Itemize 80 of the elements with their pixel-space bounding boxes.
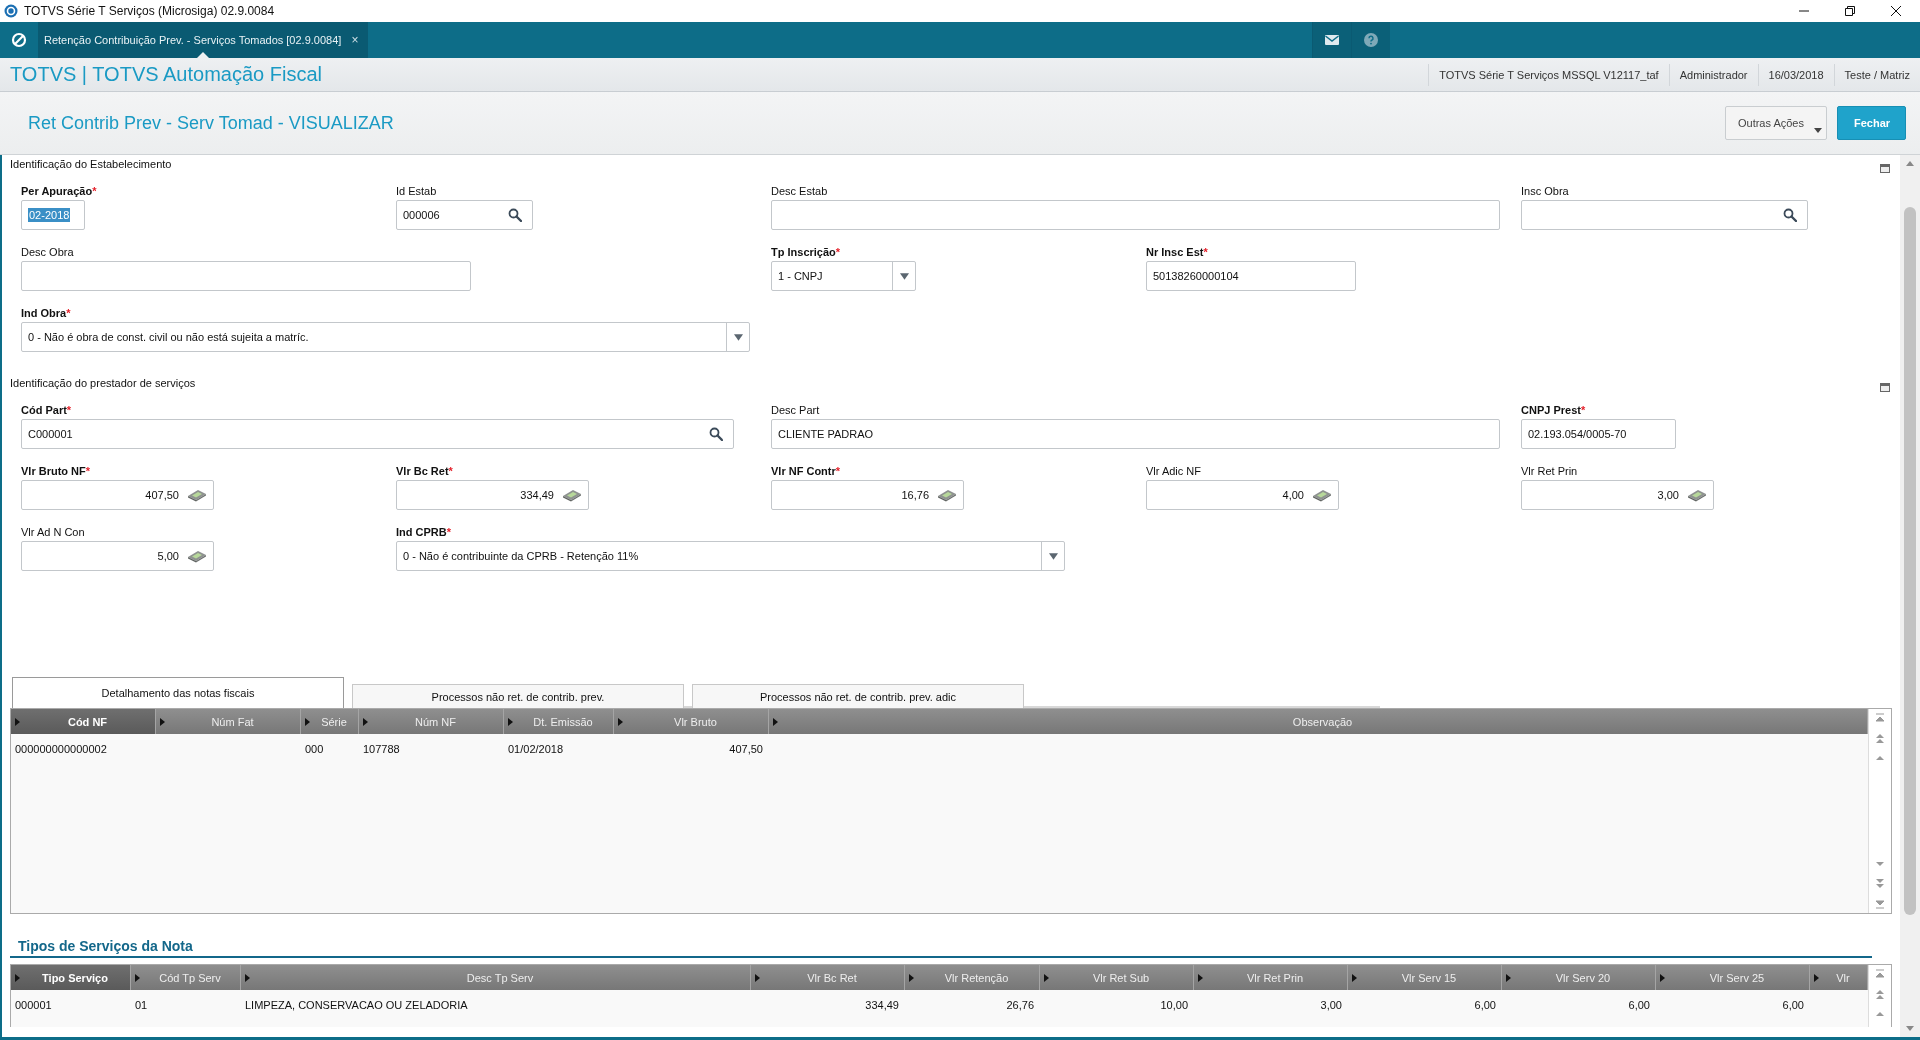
column-header[interactable]: Tipo Serviço — [11, 965, 131, 990]
column-header[interactable]: Vlr Retenção — [905, 965, 1040, 990]
input-field[interactable]: 000006 — [396, 200, 533, 230]
field-label: Cód Part* — [21, 404, 72, 416]
field-label: Desc Part — [771, 404, 820, 416]
session-info: Teste / Matriz — [1833, 63, 1920, 86]
input-field[interactable]: 16,76 — [771, 480, 964, 510]
input-field[interactable]: 0 - Não é contribuinte da CPRB - Retenção 11% — [396, 541, 1065, 571]
table-cell: LIMPEZA, CONSERVACAO OU ZELADORIA — [245, 999, 468, 1011]
window-title: TOTVS Série T Serviços (Microsiga) 02.9.0084 — [24, 4, 275, 18]
field-label: Id Estab — [396, 185, 437, 197]
column-header[interactable]: Dt. Emissão — [504, 709, 614, 734]
column-header[interactable]: Vlr Ret Sub — [1040, 965, 1194, 990]
table-cell: 000001 — [15, 999, 52, 1011]
table-cell: 10,00 — [1160, 999, 1188, 1011]
column-header[interactable]: Núm NF — [359, 709, 504, 734]
column-header[interactable]: Vlr Bruto — [614, 709, 769, 734]
more-actions-button[interactable]: Outras Ações — [1724, 106, 1827, 140]
table-cell: 6,00 — [1628, 999, 1650, 1011]
input-field[interactable]: 1 - CNPJ — [771, 261, 916, 291]
input-field[interactable]: 02.193.054/0005-70 — [1521, 419, 1676, 449]
table-cell: 334,49 — [865, 999, 899, 1011]
input-field[interactable]: 407,50 — [21, 480, 214, 510]
detail-tab[interactable]: Detalhamento das notas fiscais — [12, 677, 344, 708]
field-label: Vlr Ad N Con — [21, 526, 85, 538]
input-field[interactable]: C000001 — [21, 419, 734, 449]
detail-tab[interactable]: Processos não ret. de contrib. prev. — [352, 684, 684, 708]
input-field[interactable]: 02-2018 — [21, 200, 85, 230]
field-label: Vlr NF Contr* — [771, 465, 841, 477]
input-field[interactable]: 50138260000104 — [1146, 261, 1356, 291]
app-tab[interactable]: Retenção Contribuição Prev. - Serviços Tomados [02.9.0084] × — [38, 22, 369, 58]
column-header[interactable]: Vlr Ret Prin — [1194, 965, 1348, 990]
column-header[interactable]: Vlr Serv 25 — [1656, 965, 1810, 990]
column-header[interactable]: Vlr Serv 15 — [1348, 965, 1502, 990]
field-label: Per Apuração* — [21, 185, 97, 197]
section-title: Identificação do prestador de serviços — [10, 377, 196, 389]
section-heading: Tipos de Serviços da Nota — [10, 938, 1872, 958]
table-cell: 000000000000002 — [15, 743, 107, 755]
field-label: Insc Obra — [1521, 185, 1569, 197]
detail-tab[interactable]: Processos não ret. de contrib. prev. adic — [692, 684, 1024, 708]
session-info: 16/03/2018 — [1757, 63, 1834, 86]
table-cell: 3,00 — [1320, 999, 1342, 1011]
tab-close-button[interactable]: × — [351, 33, 359, 47]
brand-title: TOTVS | TOTVS Automação Fiscal — [10, 63, 322, 86]
field-label: Vlr Bruto NF* — [21, 465, 91, 477]
input-field[interactable]: 334,49 — [396, 480, 589, 510]
session-info: TOTVS Série T Serviços MSSQL V12117_taf — [1428, 63, 1669, 86]
table-cell: 01 — [135, 999, 148, 1011]
column-header[interactable]: Vlr Serv 20 — [1502, 965, 1656, 990]
field-label: CNPJ Prest* — [1521, 404, 1586, 416]
column-header[interactable]: Cód Tp Serv — [131, 965, 241, 990]
field-label: Nr Insc Est* — [1146, 246, 1208, 258]
input-field[interactable]: 5,00 — [21, 541, 214, 571]
field-label: Ind CPRB* — [396, 526, 451, 538]
field-label: Vlr Adic NF — [1146, 465, 1201, 477]
input-field[interactable]: 3,00 — [1521, 480, 1714, 510]
table-cell: 000 — [305, 743, 324, 755]
field-label: Desc Obra — [21, 246, 74, 258]
table-cell: 6,00 — [1474, 999, 1496, 1011]
field-label: Vlr Bc Ret* — [396, 465, 453, 477]
field-label: Desc Estab — [771, 185, 828, 197]
page-title: Ret Contrib Prev - Serv Tomad - VISUALIZAR — [28, 112, 394, 134]
table-cell: 107788 — [363, 743, 400, 755]
column-header[interactable]: Cód NF — [11, 709, 156, 734]
section-title: Identificação do Estabelecimento — [10, 158, 172, 170]
column-header[interactable]: Série — [301, 709, 359, 734]
field-label: Vlr Ret Prin — [1521, 465, 1578, 477]
session-info: Administrador — [1668, 63, 1758, 86]
field-label: Tp Inscrição* — [771, 246, 841, 258]
table-cell: 6,00 — [1782, 999, 1804, 1011]
column-header[interactable]: Desc Tp Serv — [241, 965, 751, 990]
input-field[interactable]: 0 - Não é obra de const. civil ou não está sujeita a matríc. — [21, 322, 750, 352]
input-field[interactable]: 4,00 — [1146, 480, 1339, 510]
input-field[interactable]: CLIENTE PADRAO — [771, 419, 1500, 449]
field-label: Ind Obra* — [21, 307, 71, 319]
table-cell: 407,50 — [729, 743, 763, 755]
table-cell: 01/02/2018 — [508, 743, 564, 755]
column-header[interactable]: Núm Fat — [156, 709, 301, 734]
column-header[interactable]: Vlr Bc Ret — [751, 965, 905, 990]
table-cell: 26,76 — [1006, 999, 1034, 1011]
